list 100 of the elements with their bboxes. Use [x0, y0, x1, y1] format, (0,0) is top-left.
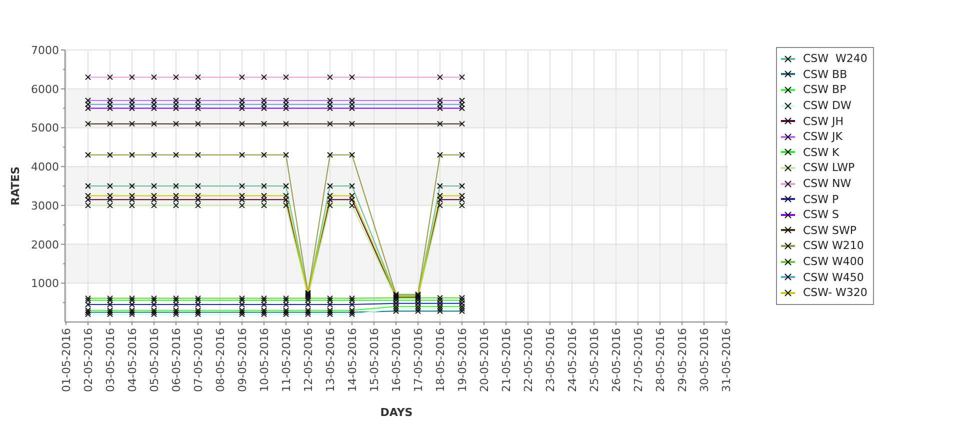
- x-tick-label: 01-05-2016: [60, 328, 73, 392]
- legend-label: CSW W210: [803, 239, 864, 252]
- x-tick-label: 03-05-2016: [104, 328, 117, 392]
- data-point: [85, 183, 91, 189]
- data-point: [129, 74, 135, 80]
- data-point: [283, 183, 289, 189]
- x-tick-label: 13-05-2016: [324, 328, 337, 392]
- data-point: [459, 183, 465, 189]
- legend-label: CSW NW: [803, 177, 852, 190]
- x-tick-label: 07-05-2016: [192, 328, 205, 392]
- x-tick-label: 22-05-2016: [522, 328, 535, 392]
- y-tick-label: 6000: [31, 82, 59, 96]
- legend-label: CSW K: [803, 146, 840, 159]
- x-tick-label: 14-05-2016: [346, 328, 359, 392]
- data-point: [283, 152, 289, 158]
- legend-label: CSW- W320: [803, 286, 868, 300]
- x-tick-label: 17-05-2016: [412, 328, 425, 392]
- data-point: [349, 120, 355, 127]
- x-tick-label: 28-05-2016: [654, 328, 667, 392]
- x-tick-label: 31-05-2016: [720, 328, 733, 392]
- data-point: [129, 183, 135, 189]
- x-tick-label: 16-05-2016: [390, 328, 403, 392]
- legend-label: CSW LWP: [803, 161, 855, 174]
- x-tick-label: 11-05-2016: [280, 328, 293, 392]
- data-point: [195, 152, 201, 158]
- x-tick-label: 21-05-2016: [500, 328, 513, 392]
- data-point: [85, 152, 91, 158]
- data-point: [107, 120, 113, 127]
- x-tick-label: 04-05-2016: [126, 328, 139, 392]
- data-point: [437, 120, 443, 127]
- data-point: [173, 152, 179, 158]
- data-point: [437, 74, 443, 80]
- legend-label: CSW BB: [803, 68, 848, 81]
- data-point: [261, 120, 267, 127]
- y-tick-label: 7000: [31, 44, 59, 57]
- data-point: [151, 152, 157, 158]
- data-point: [195, 74, 201, 80]
- x-tick-label: 12-05-2016: [302, 328, 315, 392]
- data-point: [107, 183, 113, 189]
- data-point: [239, 152, 245, 158]
- x-tick-label: 02-05-2016: [82, 328, 95, 392]
- data-point: [261, 152, 267, 158]
- legend-label: CSW S: [803, 208, 840, 222]
- x-tick-label: 24-05-2016: [566, 328, 579, 392]
- data-point: [173, 120, 179, 127]
- y-tick-label: 5000: [31, 122, 59, 135]
- x-tick-label: 06-05-2016: [170, 328, 183, 392]
- data-point: [459, 74, 465, 80]
- data-point: [437, 152, 443, 158]
- data-point: [173, 183, 179, 189]
- data-point: [349, 74, 355, 80]
- legend-label: CSW SWP: [803, 224, 857, 237]
- legend-label: CSW JK: [803, 130, 842, 144]
- legend-label: CSW W400: [803, 255, 864, 268]
- x-tick-label: 25-05-2016: [588, 328, 601, 392]
- data-point: [239, 183, 245, 189]
- x-tick-label: 23-05-2016: [544, 328, 557, 392]
- x-tick-label: 09-05-2016: [236, 328, 249, 392]
- data-point: [437, 183, 443, 189]
- data-point: [151, 183, 157, 189]
- data-point: [107, 152, 113, 158]
- x-tick-label: 08-05-2016: [214, 328, 227, 392]
- legend-label: CSW BP: [803, 83, 846, 96]
- legend-label: CSW DW: [803, 99, 852, 112]
- x-tick-label: 30-05-2016: [698, 328, 711, 392]
- x-tick-label: 20-05-2016: [478, 328, 491, 392]
- y-tick-label: 2000: [31, 238, 59, 252]
- data-point: [85, 74, 91, 80]
- data-point: [327, 120, 333, 127]
- x-axis-title: DAYS: [380, 406, 413, 419]
- x-tick-label: 27-05-2016: [632, 328, 645, 392]
- x-tick-label: 15-05-2016: [368, 328, 381, 392]
- x-tick-label: 05-05-2016: [148, 328, 161, 392]
- data-point: [239, 120, 245, 127]
- data-point: [327, 152, 333, 158]
- data-point: [129, 120, 135, 127]
- y-tick-label: 3000: [31, 199, 59, 212]
- data-point: [129, 152, 135, 158]
- data-point: [459, 120, 465, 127]
- legend-label: CSW W450: [803, 270, 864, 284]
- x-tick-label: 29-05-2016: [676, 328, 689, 392]
- data-point: [283, 74, 289, 80]
- x-tick-label: 19-05-2016: [456, 328, 469, 392]
- data-point: [173, 74, 179, 80]
- data-point: [261, 183, 267, 189]
- data-point: [327, 74, 333, 80]
- data-point: [195, 120, 201, 127]
- x-tick-label: 18-05-2016: [434, 328, 447, 392]
- x-tick-label: 10-05-2016: [258, 328, 271, 392]
- legend-label: CSW P: [803, 192, 839, 206]
- y-axis-title: RATES: [9, 166, 22, 206]
- data-point: [151, 74, 157, 80]
- data-point: [349, 152, 355, 158]
- y-tick-label: 1000: [31, 277, 59, 290]
- data-point: [151, 120, 157, 127]
- y-tick-label: 4000: [31, 160, 59, 174]
- x-tick-label: 26-05-2016: [610, 328, 623, 392]
- legend-label: CSW JH: [803, 114, 844, 128]
- data-point: [195, 183, 201, 189]
- data-point: [349, 183, 355, 189]
